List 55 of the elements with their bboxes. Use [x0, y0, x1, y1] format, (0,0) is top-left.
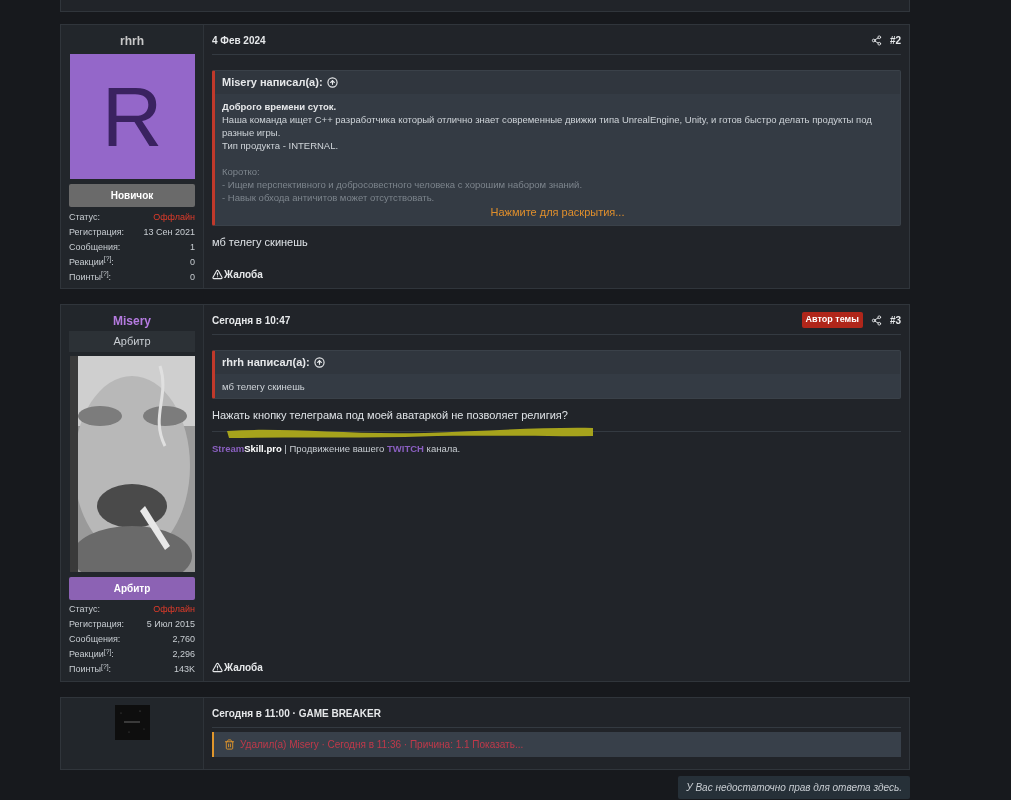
quote-text: Наша команда ищет C++ разработчика который отлично знает современные движки типа UnrealEngine, Unity, и готов быстро делать продукты под разные игры.: [222, 112, 873, 139]
quote-author[interactable]: rhrh написал(а):: [222, 354, 310, 371]
stat-value: Оффлайн: [153, 210, 195, 224]
jump-up-icon[interactable]: [326, 76, 338, 88]
stat-value: 5 Июл 2015: [146, 618, 195, 632]
jump-up-icon[interactable]: [313, 356, 325, 368]
report-button[interactable]: Жалоба: [212, 659, 263, 675]
expand-link[interactable]: Нажмите для раскрытия...: [490, 203, 625, 220]
stat-label: Реакции$^{[?]}$:: [69, 255, 114, 269]
stat-value: 2,760: [172, 633, 195, 647]
post-text: мб телегу скинешь: [212, 235, 309, 250]
user-banner: Арбитр: [69, 576, 195, 600]
stat-label: Сообщения:: [69, 240, 121, 254]
user-title: Арбитр: [69, 331, 195, 352]
stat-value: 13 Сен 2021: [143, 225, 195, 239]
stat-label: Регистрация:: [69, 618, 125, 632]
stat-value: 0: [190, 270, 195, 284]
post-date[interactable]: Сегодня в 10:47: [212, 312, 291, 328]
stat-value: 1: [190, 240, 195, 254]
stat-value: 143K: [173, 663, 195, 677]
stat-label: Поинты$^{[?]}$:: [69, 663, 112, 677]
quote-text: Доброго времени суток.: [222, 99, 338, 113]
deletion-notice: Удалил(а) Misery · Сегодня в 11:36 · Причина: 1.1 Показать...: [240, 737, 524, 752]
user-banner: Новичок: [69, 184, 195, 207]
stat-value: 0: [190, 255, 195, 269]
report-button[interactable]: Жалоба: [212, 267, 263, 282]
quote-text: - Ищем перспективного и добросовестного человека с хорошим набором знаний.: [222, 177, 584, 191]
quote-author[interactable]: Misery написал(а):: [222, 74, 323, 91]
signature-text: StreamSkill.pro | Продвижение вашего TWITCH канала.: [212, 443, 461, 454]
username[interactable]: rhrh: [120, 32, 144, 50]
stat-label: Регистрация:: [69, 225, 125, 239]
post-number[interactable]: #3: [889, 312, 901, 328]
stat-label: Статус:: [69, 210, 100, 224]
quote-text: Коротко:: [222, 164, 261, 178]
warning-icon: [212, 661, 223, 673]
stat-value: Оффлайн: [153, 603, 195, 617]
warning-icon: [212, 269, 223, 280]
permission-notice: У Вас недостаточно прав для ответа здесь.: [678, 775, 910, 799]
post-text: Нажать кнопку телеграма под моей аватаркой не позволяет религия?: [212, 407, 569, 423]
stat-label: Реакции$^{[?]}$:: [69, 648, 114, 662]
post-date[interactable]: 4 Фев 2024: [212, 32, 266, 48]
quote-text: Тип продукта - INTERNAL.: [222, 138, 340, 152]
trash-icon: [224, 738, 235, 750]
quote-text: мб телегу скинешь: [222, 379, 306, 393]
post-number[interactable]: #2: [889, 32, 901, 48]
stat-label: Статус:: [69, 603, 100, 617]
stat-value: 2,296: [172, 648, 195, 662]
share-icon[interactable]: [870, 314, 882, 326]
stat-label: Сообщения:: [69, 633, 121, 647]
stat-label: Поинты$^{[?]}$:: [69, 270, 112, 284]
thread-author-badge: Автор темы: [801, 312, 863, 328]
quote-text: - Навык обхода античитов может отсутствовать.: [222, 190, 436, 204]
username[interactable]: Misery: [113, 312, 151, 330]
share-icon[interactable]: [870, 34, 882, 46]
post-date[interactable]: Сегодня в 11:00 · GAME BREAKER: [212, 705, 901, 721]
